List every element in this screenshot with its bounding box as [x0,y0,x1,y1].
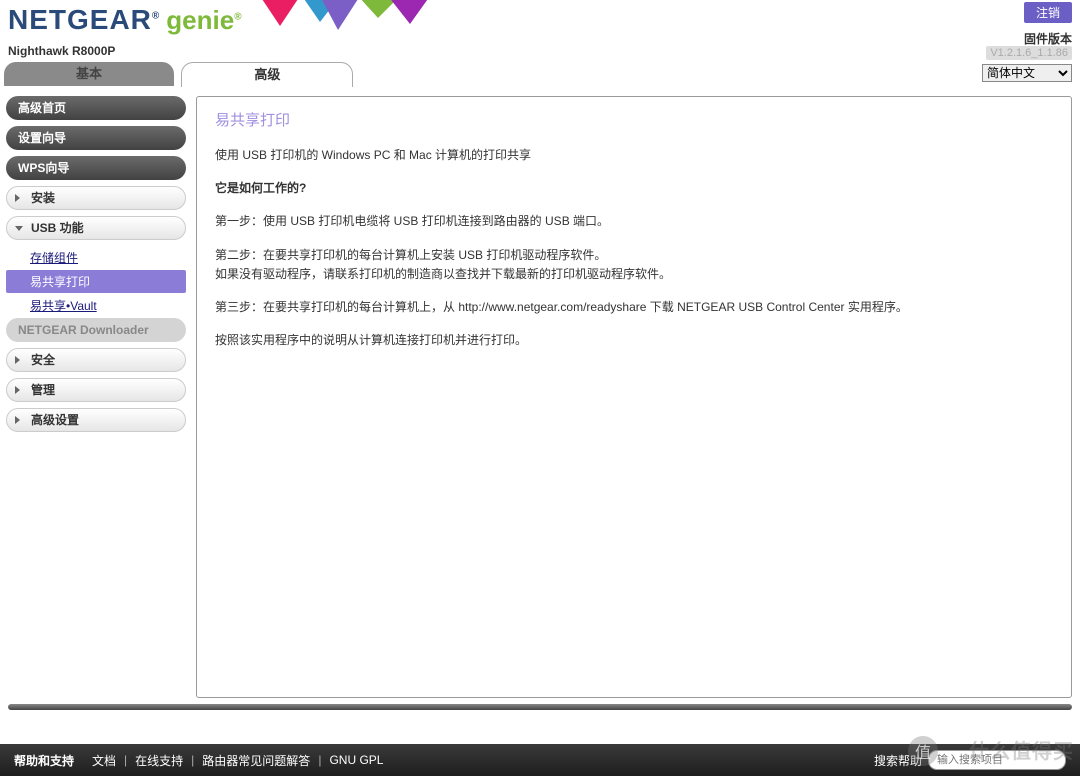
bottom-bar: 帮助和支持 文档| 在线支持| 路由器常见问题解答| GNU GPL 搜索帮助 [0,744,1080,776]
chevron-down-icon [15,226,23,231]
content-footer-bar [8,704,1072,710]
nav-wps-wizard[interactable]: WPS向导 [6,156,186,180]
nav-usb-vault[interactable]: 易共享•Vault [6,294,186,317]
tab-basic[interactable]: 基本 [4,62,174,86]
follow-instructions: 按照该实用程序中的说明从计算机连接打印机并进行打印。 [215,331,1053,350]
genie-wordmark: genie® [166,5,241,36]
language-select[interactable]: 简体中文 [982,64,1072,82]
nav-usb-print[interactable]: 易共享打印 [6,270,186,293]
link-faq[interactable]: 路由器常见问题解答 [202,752,310,769]
chevron-right-icon [15,356,20,364]
nav-usb[interactable]: USB 功能 [6,216,186,240]
model-label: Nighthawk R8000P [8,44,115,58]
link-docs[interactable]: 文档 [92,752,116,769]
nav-admin[interactable]: 管理 [6,378,186,402]
nav-usb-storage[interactable]: 存储组件 [6,246,186,269]
step-2: 第二步：在要共享打印机的每台计算机上安装 USB 打印机驱动程序软件。如果没有驱… [215,246,1053,284]
intro-text: 使用 USB 打印机的 Windows PC 和 Mac 计算机的打印共享 [215,146,1053,165]
step-1: 第一步：使用 USB 打印机电缆将 USB 打印机连接到路由器的 USB 端口。 [215,212,1053,231]
netgear-wordmark: NETGEAR® [8,4,160,36]
brand-logo: NETGEAR® genie® [8,4,242,36]
search-input[interactable] [928,750,1066,770]
link-gpl[interactable]: GNU GPL [329,753,383,767]
step-3: 第三步：在要共享打印机的每台计算机上，从 http://www.netgear.… [215,298,1053,317]
chevron-right-icon [15,386,20,394]
search-label: 搜索帮助 [874,752,922,769]
nav-setup-wizard[interactable]: 设置向导 [6,126,186,150]
how-it-works-heading: 它是如何工作的? [215,179,1053,198]
nav-advanced-home[interactable]: 高级首页 [6,96,186,120]
help-label: 帮助和支持 [14,752,74,769]
chevron-right-icon [15,194,20,202]
nav-downloader[interactable]: NETGEAR Downloader (BETA) [6,318,186,342]
chevron-right-icon [15,416,20,424]
firmware-label: 固件版本 [1024,30,1072,47]
link-online-support[interactable]: 在线支持 [135,752,183,769]
logout-button[interactable]: 注销 [1024,2,1072,23]
nav-security[interactable]: 安全 [6,348,186,372]
page-title: 易共享打印 [215,109,1053,130]
sidebar: 高级首页 设置向导 WPS向导 安装 USB 功能 存储组件 易共享打印 易共享… [0,86,192,698]
content-panel: 易共享打印 使用 USB 打印机的 Windows PC 和 Mac 计算机的打… [196,96,1072,698]
tab-advanced[interactable]: 高级 [181,62,353,87]
firmware-version: V1.2.1.6_1.1.86 [986,46,1072,60]
decorative-triangles [260,0,440,36]
nav-install[interactable]: 安装 [6,186,186,210]
nav-advanced-settings[interactable]: 高级设置 [6,408,186,432]
